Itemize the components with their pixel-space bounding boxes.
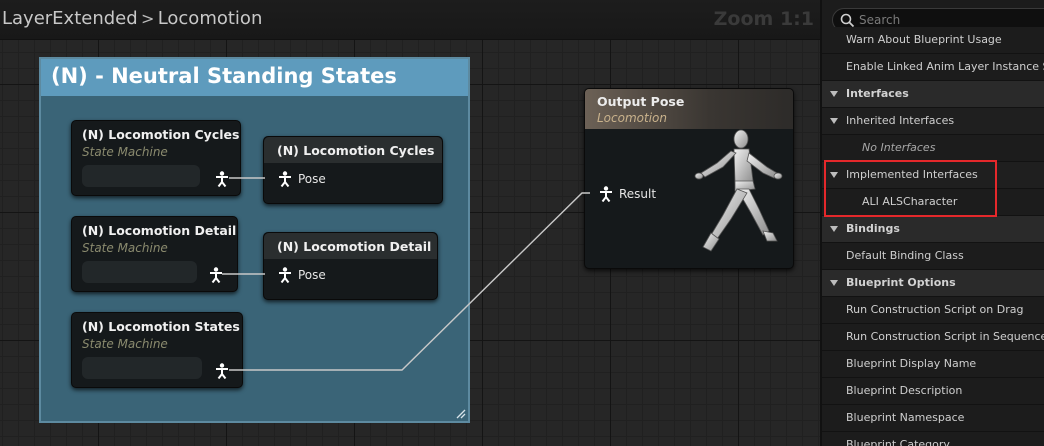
pin-label: Pose <box>298 268 326 282</box>
row-label: Warn About Blueprint Usage <box>846 33 1002 46</box>
node-subtitle: Locomotion <box>597 111 667 125</box>
node-title: (N) Locomotion Cycles <box>277 143 435 158</box>
row-warn-about-blueprint-usage[interactable]: Warn About Blueprint Usage <box>822 27 1044 54</box>
row-label: Blueprint Namespace <box>846 411 965 424</box>
node-title: (N) Locomotion Detail <box>277 239 432 254</box>
row-label: Bindings <box>846 222 900 235</box>
row-inherited-interfaces[interactable]: Inherited Interfaces <box>822 108 1044 135</box>
node-subtitle: State Machine <box>82 337 168 351</box>
row-no-interfaces: No Interfaces <box>822 135 1044 162</box>
details-list: Warn About Blueprint Usage Enable Linked… <box>822 27 1044 446</box>
row-label: Enable Linked Anim Layer Instance Shar <box>846 60 1044 73</box>
state-machine-node-locomotion-detail[interactable]: (N) Locomotion Detail State Machine <box>71 216 238 292</box>
row-label: Run Construction Script on Drag <box>846 303 1024 316</box>
pose-pin-icon[interactable] <box>278 267 292 283</box>
node-title: (N) Locomotion Cycles <box>82 127 240 142</box>
comment-title[interactable]: (N) - Neutral Standing States <box>41 59 468 96</box>
node-title: (N) Locomotion States <box>82 319 240 334</box>
row-label: Implemented Interfaces <box>846 168 978 181</box>
row-label: Blueprint Description <box>846 384 963 397</box>
row-label: Blueprint Display Name <box>846 357 977 370</box>
row-label: No Interfaces <box>862 141 936 154</box>
row-label: Blueprint Category <box>846 438 950 446</box>
row-label: Blueprint Options <box>846 276 956 289</box>
category-interfaces[interactable]: Interfaces <box>822 81 1044 108</box>
anim-graph-canvas[interactable]: (N) - Neutral Standing States (N) Locomo… <box>0 0 820 446</box>
pose-pin-icon[interactable] <box>209 267 223 283</box>
state-machine-node-locomotion-states[interactable]: (N) Locomotion States State Machine <box>71 312 243 388</box>
row-blueprint-namespace[interactable]: Blueprint Namespace <box>822 405 1044 432</box>
preview-blur <box>82 165 200 187</box>
row-label: Inherited Interfaces <box>846 114 955 127</box>
row-run-construction-script-in-sequencer[interactable]: Run Construction Script in Sequencer <box>822 324 1044 351</box>
chevron-right-icon: > <box>140 9 155 28</box>
preview-blur <box>82 261 197 283</box>
node-subtitle: State Machine <box>82 145 168 159</box>
search-icon <box>840 13 855 28</box>
mannequin-running-icon <box>694 129 783 252</box>
category-blueprint-options[interactable]: Blueprint Options <box>822 270 1044 297</box>
row-implemented-interfaces[interactable]: Implemented Interfaces <box>822 162 1044 189</box>
cached-pose-node-locomotion-detail[interactable]: (N) Locomotion Detail Pose <box>263 232 438 300</box>
breadcrumb-item-locomotion[interactable]: Locomotion <box>158 8 263 29</box>
resize-grip-icon[interactable] <box>454 407 466 419</box>
cached-pose-node-locomotion-cycles[interactable]: (N) Locomotion Cycles Pose <box>263 136 443 204</box>
triangle-down-icon <box>830 172 838 178</box>
details-panel: Warn About Blueprint Usage Enable Linked… <box>820 0 1044 446</box>
zoom-level: Zoom 1:1 <box>713 8 814 30</box>
pose-pin-icon[interactable] <box>599 186 613 202</box>
output-pose-node[interactable]: Output Pose Locomotion Result <box>584 88 794 269</box>
triangle-down-icon <box>830 118 838 124</box>
node-title: Output Pose <box>597 94 685 109</box>
preview-blur <box>82 357 202 379</box>
node-title: (N) Locomotion Detail <box>82 223 237 238</box>
pin-label: Result <box>619 187 657 201</box>
graph-toolbar: LayerExtended > Locomotion Zoom 1:1 <box>0 0 820 40</box>
row-default-binding-class[interactable]: Default Binding Class <box>822 243 1044 270</box>
triangle-down-icon <box>830 280 838 286</box>
pose-pin-icon[interactable] <box>215 171 229 187</box>
triangle-down-icon <box>830 226 838 232</box>
pose-pin-icon[interactable] <box>278 171 292 187</box>
row-label: Interfaces <box>846 87 909 100</box>
category-bindings[interactable]: Bindings <box>822 216 1044 243</box>
triangle-down-icon <box>830 91 838 97</box>
row-blueprint-display-name[interactable]: Blueprint Display Name <box>822 351 1044 378</box>
state-machine-node-locomotion-cycles[interactable]: (N) Locomotion Cycles State Machine <box>71 120 241 196</box>
row-label: Default Binding Class <box>846 249 964 262</box>
row-label: ALI ALSCharacter <box>862 195 958 208</box>
row-blueprint-description[interactable]: Blueprint Description <box>822 378 1044 405</box>
breadcrumb-item-layer-extended[interactable]: LayerExtended <box>2 8 138 29</box>
node-subtitle: State Machine <box>82 241 168 255</box>
row-run-construction-script-on-drag[interactable]: Run Construction Script on Drag <box>822 297 1044 324</box>
row-label: Run Construction Script in Sequencer <box>846 330 1044 343</box>
pose-pin-icon[interactable] <box>215 363 229 379</box>
row-ali-alscharacter[interactable]: ALI ALSCharacter <box>822 189 1044 216</box>
row-blueprint-category[interactable]: Blueprint Category <box>822 432 1044 446</box>
pin-label: Pose <box>298 172 326 186</box>
row-enable-linked-anim-layer[interactable]: Enable Linked Anim Layer Instance Shar <box>822 54 1044 81</box>
breadcrumb: LayerExtended > Locomotion <box>2 8 262 29</box>
